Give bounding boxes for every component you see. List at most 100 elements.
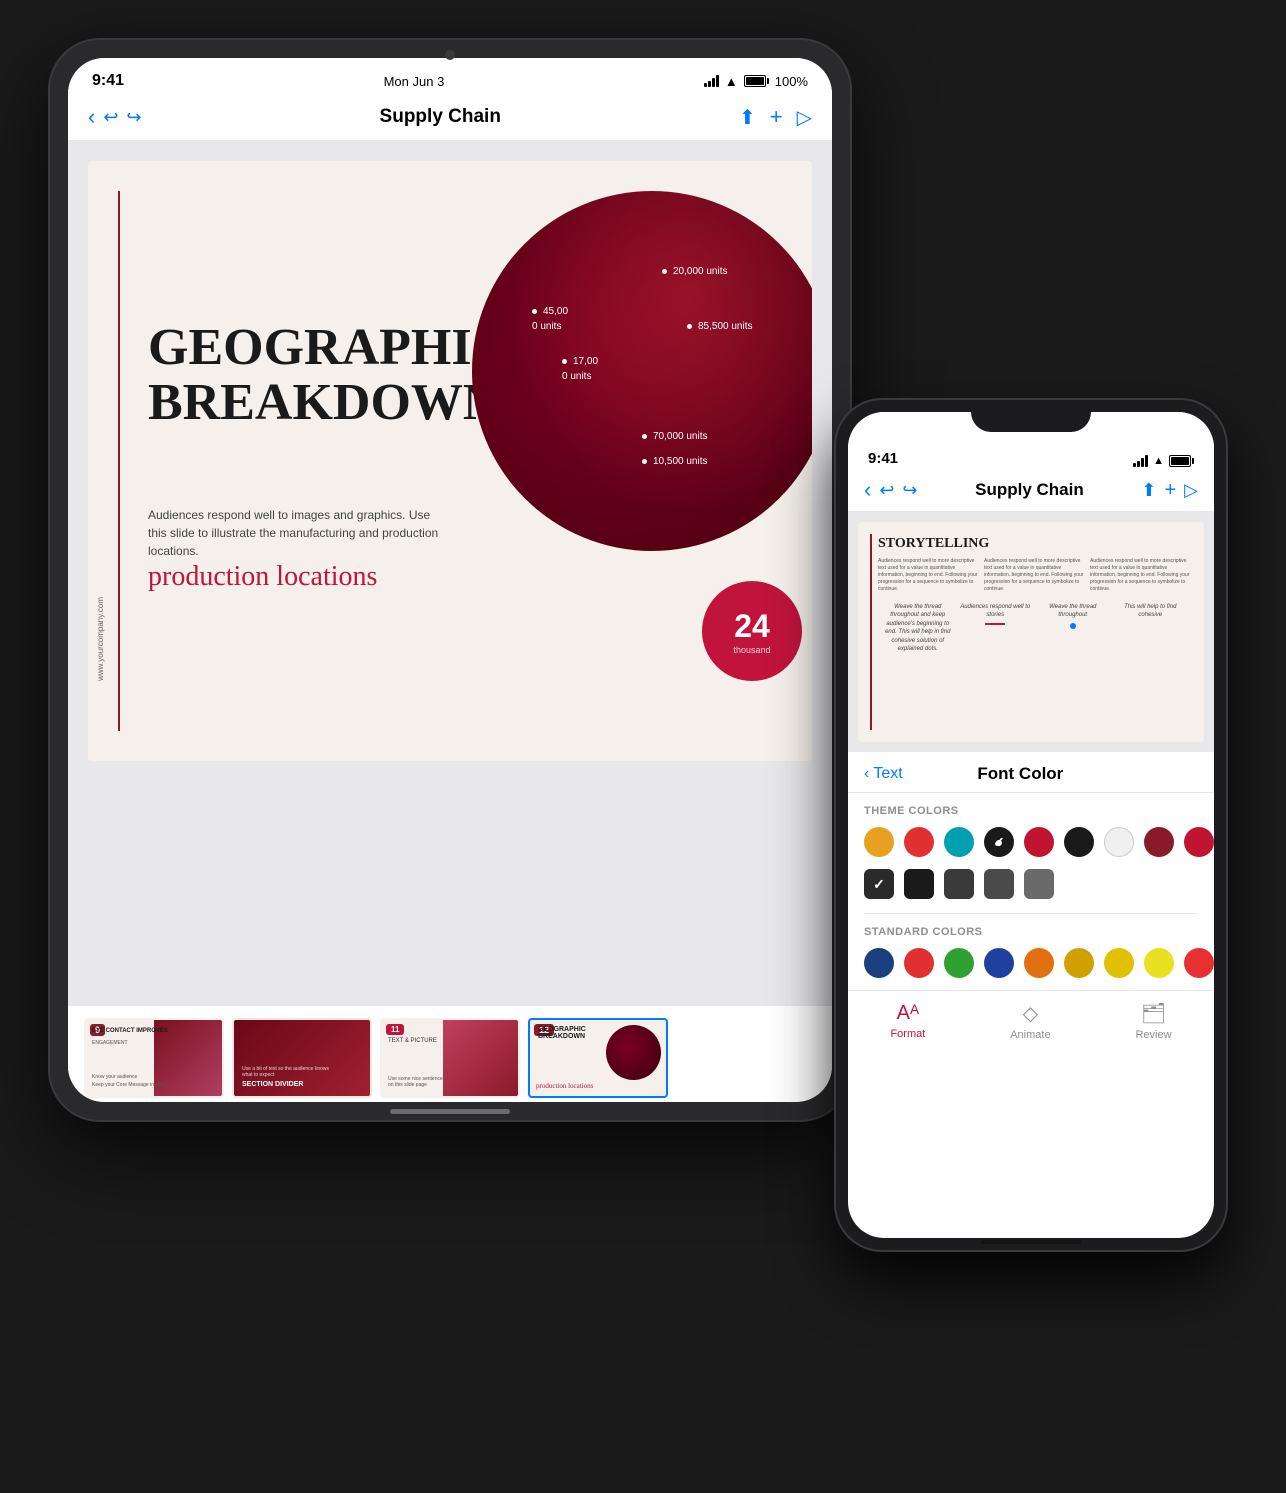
tablet-camera <box>445 50 455 60</box>
phone-animate-icon: ◇ <box>1023 1001 1038 1026</box>
document-title: Supply Chain <box>142 106 739 128</box>
back-button[interactable]: ‹ <box>88 104 95 130</box>
color-swatch-std-darkblue[interactable] <box>864 948 894 978</box>
redo-button[interactable]: ↪ <box>126 107 141 128</box>
thumbnail-12[interactable]: 12 GEOGRAPHICBREAKDOWN production locati… <box>528 1018 668 1098</box>
data-point-3: 45,00 <box>532 306 568 317</box>
color-swatch-sq-black[interactable] <box>904 869 934 899</box>
slide-label-4: This will help to find cohesive <box>1115 603 1187 653</box>
add-button[interactable]: + <box>770 104 783 130</box>
tablet-nav-right: ⬆ + ▷ <box>739 104 812 130</box>
font-color-panel: ‹ Text Font Color THEME COLORS ● <box>848 752 1214 990</box>
tablet-navbar: ‹ ↩ ↪ Supply Chain ⬆ + ▷ <box>68 98 832 141</box>
thumbnail-9[interactable]: 9 EYE CONTACT IMPROVES ENGAGEMENT Know y… <box>84 1018 224 1098</box>
phone-back-button[interactable]: ‹ <box>864 477 871 503</box>
tablet-signal-icon <box>704 75 719 87</box>
phone-format-label: Format <box>890 1028 925 1040</box>
color-swatch-std-brightyellow[interactable] <box>1144 948 1174 978</box>
color-swatch-std-yellow[interactable] <box>1104 948 1134 978</box>
chevron-left-icon: ‹ <box>864 765 869 783</box>
slide-description: Audiences respond well to images and gra… <box>148 506 448 560</box>
tablet-battery-icon <box>744 75 769 87</box>
phone-nav-left: ‹ ↩ ↪ <box>864 477 918 503</box>
slide-thumbnails: 9 EYE CONTACT IMPROVES ENGAGEMENT Know y… <box>68 1005 832 1102</box>
color-swatch-teal[interactable] <box>944 827 974 857</box>
phone: 9:41 ▲ ‹ ↩ ↪ Sup <box>836 400 1226 1250</box>
play-button[interactable]: ▷ <box>797 105 812 130</box>
phone-review-label: Review <box>1135 1029 1171 1041</box>
badge-number: 24 <box>734 608 770 645</box>
color-swatch-std-green[interactable] <box>944 948 974 978</box>
color-swatch-std-orange[interactable] <box>1024 948 1054 978</box>
phone-tab-format[interactable]: Aᴬ Format <box>890 1002 925 1040</box>
tablet: 9:41 Mon Jun 3 ▲ 100% ‹ <box>50 40 850 1120</box>
theme-colors-row-1: ● <box>848 823 1214 869</box>
color-swatch-crimson[interactable] <box>1184 827 1214 857</box>
phone-notch <box>971 400 1091 432</box>
phone-nav-right: ⬆ + ▷ <box>1141 479 1198 502</box>
phone-status-icons: ▲ <box>1133 455 1194 467</box>
phone-slide-title: STORYTELLING <box>878 536 1190 552</box>
phone-redo-button[interactable]: ↪ <box>902 480 917 501</box>
color-swatch-sq-selected[interactable]: ✓ <box>864 869 894 899</box>
phone-wifi-icon: ▲ <box>1153 455 1164 467</box>
panel-back-button[interactable]: ‹ Text <box>864 765 903 783</box>
panel-title: Font Color <box>903 764 1138 784</box>
thumbnail-10[interactable]: 10 Use a bit of text so the audience kno… <box>232 1018 372 1098</box>
color-swatch-maroon[interactable] <box>1144 827 1174 857</box>
color-swatch-sq-gray[interactable] <box>1024 869 1054 899</box>
slide-heading: GEOGRAPHIC BREAKDOWN <box>148 321 509 430</box>
theme-colors-label: THEME COLORS <box>848 793 1214 823</box>
phone-slide[interactable]: STORYTELLING Audiences respond well to m… <box>858 522 1204 742</box>
back-label: Text <box>873 765 902 783</box>
theme-colors-row-2: ✓ <box>848 869 1214 913</box>
phone-battery-icon <box>1169 455 1194 467</box>
color-swatch-std-blue[interactable] <box>984 948 1014 978</box>
phone-format-icon: Aᴬ <box>897 1002 919 1025</box>
slide-label-2: Audiences respond well to stories <box>960 603 1032 653</box>
phone-slide-left-bar <box>870 534 872 730</box>
phone-signal-icon <box>1133 455 1148 467</box>
slide-main[interactable]: GEOGRAPHIC BREAKDOWN Audiences respond w… <box>88 161 812 761</box>
tablet-battery-label: 100% <box>775 74 808 89</box>
color-swatch-white[interactable] <box>1104 827 1134 857</box>
color-swatch-std-yelloworange[interactable] <box>1064 948 1094 978</box>
data-point-2: 85,500 units <box>687 321 753 332</box>
phone-tab-review[interactable]: 🗂 Review <box>1135 1001 1171 1041</box>
data-point-7: 70,000 units <box>642 431 708 442</box>
share-button[interactable]: ⬆ <box>739 105 756 130</box>
tablet-wifi-icon: ▲ <box>725 74 738 89</box>
phone-slide-area: STORYTELLING Audiences respond well to m… <box>848 512 1214 752</box>
phone-play-button[interactable]: ▷ <box>1184 480 1198 501</box>
tablet-screen: 9:41 Mon Jun 3 ▲ 100% ‹ <box>68 58 832 1102</box>
phone-undo-button[interactable]: ↩ <box>879 480 894 501</box>
tablet-slide-area: GEOGRAPHIC BREAKDOWN Audiences respond w… <box>68 141 832 1005</box>
color-swatch-sq-medgray[interactable] <box>984 869 1014 899</box>
color-swatch-sq-darkgray[interactable] <box>944 869 974 899</box>
thumbnail-11[interactable]: 11 TEXT & PICTURE Use some nice sentence… <box>380 1018 520 1098</box>
slide-vertical-text: www.yourcompany.com <box>96 597 105 681</box>
phone-share-button[interactable]: ⬆ <box>1141 480 1156 501</box>
undo-button[interactable]: ↩ <box>103 107 118 128</box>
tablet-home-bar <box>390 1109 510 1114</box>
standard-colors-row <box>848 944 1214 990</box>
slide-globe: 20,000 units 85,500 units 45,00 0 units <box>472 191 812 551</box>
color-swatch-darkred[interactable] <box>1024 827 1054 857</box>
tablet-status-bar: 9:41 Mon Jun 3 ▲ 100% <box>68 58 832 98</box>
badge-unit: thousand <box>733 645 770 655</box>
color-swatch-orange[interactable] <box>864 827 894 857</box>
color-swatch-std-brightred[interactable] <box>1184 948 1214 978</box>
phone-tab-animate[interactable]: ◇ Animate <box>1010 1001 1050 1041</box>
phone-add-button[interactable]: + <box>1164 479 1176 502</box>
tablet-time: 9:41 <box>92 72 124 90</box>
slide-left-bar <box>118 191 120 731</box>
data-point-6: 0 units <box>562 371 591 382</box>
phone-home-bar <box>981 1240 1081 1244</box>
phone-time: 9:41 <box>868 450 898 467</box>
color-swatch-std-red[interactable] <box>904 948 934 978</box>
data-point-1: 20,000 units <box>662 266 728 277</box>
color-swatch-black-selected[interactable]: ● <box>984 827 1014 857</box>
color-swatch-red[interactable] <box>904 827 934 857</box>
color-swatch-black2[interactable] <box>1064 827 1094 857</box>
tablet-nav-left: ‹ ↩ ↪ <box>88 104 142 130</box>
